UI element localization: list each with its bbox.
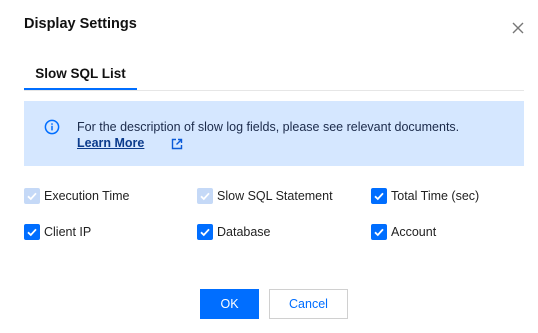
close-icon[interactable]: [510, 20, 526, 36]
tab-bar: Slow SQL List: [24, 62, 524, 91]
notice-text: For the description of slow log fields, …: [77, 120, 460, 134]
option-label: Client IP: [44, 225, 92, 239]
option-label: Total Time (sec): [391, 189, 480, 203]
info-icon: [44, 119, 60, 135]
checkbox-database[interactable]: [197, 224, 213, 240]
checkbox-total-time[interactable]: [371, 188, 387, 204]
checkbox-slow-sql-statement[interactable]: [197, 188, 213, 204]
ok-button[interactable]: OK: [200, 289, 259, 319]
cancel-button[interactable]: Cancel: [269, 289, 348, 319]
checkbox-account[interactable]: [371, 224, 387, 240]
info-notice: For the description of slow log fields, …: [24, 101, 524, 166]
option-label: Execution Time: [44, 189, 130, 203]
checkbox-client-ip[interactable]: [24, 224, 40, 240]
dialog-title: Display Settings: [24, 16, 137, 32]
learn-more-link[interactable]: Learn More: [77, 136, 144, 150]
display-settings-dialog: Display Settings Slow SQL List For the d…: [0, 0, 538, 333]
external-link-icon[interactable]: [171, 138, 183, 150]
tab-slow-sql-list[interactable]: Slow SQL List: [24, 62, 137, 90]
option-label: Account: [391, 225, 437, 239]
checkbox-execution-time[interactable]: [24, 188, 40, 204]
option-label: Database: [217, 225, 271, 239]
option-label: Slow SQL Statement: [217, 189, 333, 203]
